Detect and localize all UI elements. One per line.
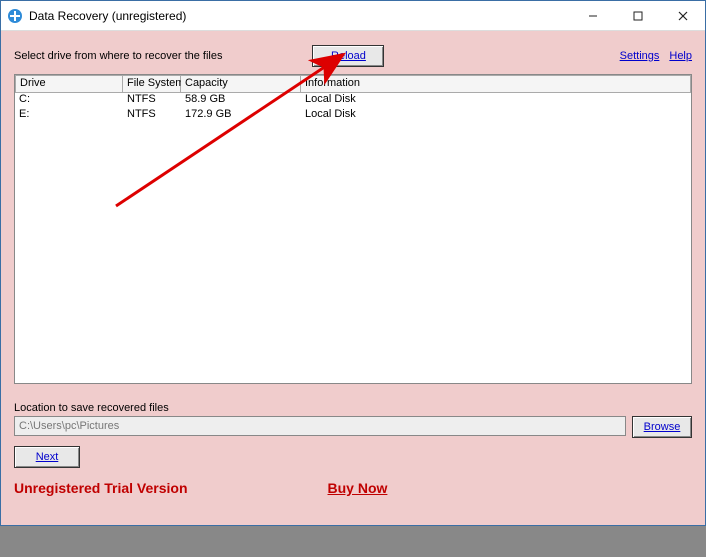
settings-link[interactable]: Settings xyxy=(620,50,660,62)
window-controls xyxy=(570,1,705,30)
maximize-button[interactable] xyxy=(615,1,660,30)
top-links: Settings Help xyxy=(620,50,692,62)
location-row: Browse xyxy=(14,416,692,438)
cell-info: Local Disk xyxy=(301,108,691,123)
cell-drive: E: xyxy=(15,108,123,123)
table-header: Drive File System Capacity Information xyxy=(15,75,691,93)
cell-info: Local Disk xyxy=(301,93,691,108)
unregistered-text: Unregistered Trial Version xyxy=(14,480,188,496)
col-header-filesystem[interactable]: File System xyxy=(123,75,181,93)
help-link[interactable]: Help xyxy=(669,50,692,62)
app-window: Data Recovery (unregistered) Select driv… xyxy=(0,0,706,526)
instruction-text: Select drive from where to recover the f… xyxy=(14,50,222,62)
reload-button[interactable]: Reload xyxy=(312,45,384,67)
location-input[interactable] xyxy=(14,416,626,436)
window-title: Data Recovery (unregistered) xyxy=(29,9,570,23)
footer-row: Unregistered Trial Version Buy Now xyxy=(14,480,692,496)
table-row[interactable]: E: NTFS 172.9 GB Local Disk xyxy=(15,108,691,123)
next-button[interactable]: Next xyxy=(14,446,80,468)
col-header-information[interactable]: Information xyxy=(301,75,691,93)
table-row[interactable]: C: NTFS 58.9 GB Local Disk xyxy=(15,93,691,108)
col-header-capacity[interactable]: Capacity xyxy=(181,75,301,93)
close-button[interactable] xyxy=(660,1,705,30)
table-body: C: NTFS 58.9 GB Local Disk E: NTFS 172.9… xyxy=(15,93,691,123)
drive-table: Drive File System Capacity Information C… xyxy=(14,74,692,384)
top-row: Select drive from where to recover the f… xyxy=(14,44,692,68)
cell-fs: NTFS xyxy=(123,93,181,108)
cell-drive: C: xyxy=(15,93,123,108)
buy-now-link[interactable]: Buy Now xyxy=(328,480,388,496)
cell-capacity: 58.9 GB xyxy=(181,93,301,108)
browse-button[interactable]: Browse xyxy=(632,416,692,438)
col-header-drive[interactable]: Drive xyxy=(15,75,123,93)
cell-fs: NTFS xyxy=(123,108,181,123)
client-area: Select drive from where to recover the f… xyxy=(1,31,705,525)
titlebar: Data Recovery (unregistered) xyxy=(1,1,705,31)
app-icon xyxy=(7,8,23,24)
minimize-button[interactable] xyxy=(570,1,615,30)
cell-capacity: 172.9 GB xyxy=(181,108,301,123)
location-label: Location to save recovered files xyxy=(14,402,692,414)
